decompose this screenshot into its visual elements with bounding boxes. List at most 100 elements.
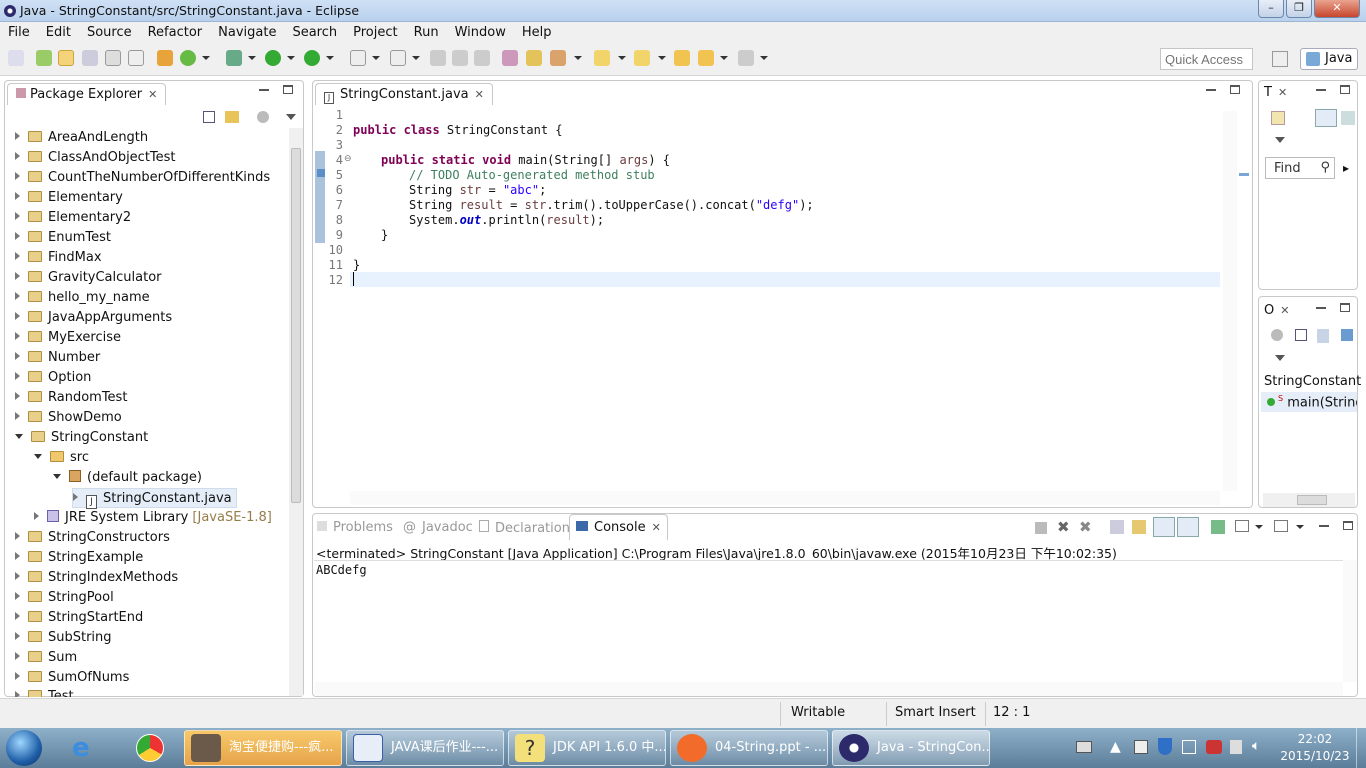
project-item[interactable]: CountTheNumberOfDifferentKinds xyxy=(15,168,270,188)
clock[interactable]: 22:02 2015/10/23 xyxy=(1276,731,1354,765)
project-item[interactable]: hello_my_name xyxy=(15,288,150,308)
taskbar-item-jdk-api[interactable]: ? JDK API 1.6.0 中... xyxy=(508,730,666,766)
link-with-editor-icon[interactable] xyxy=(225,111,239,123)
console-hscroll[interactable] xyxy=(315,682,1343,696)
project-item[interactable]: StringConstant xyxy=(15,428,148,448)
code-line-6[interactable]: String str = "abc"; xyxy=(409,183,546,197)
menu-search[interactable]: Search xyxy=(284,25,345,40)
expand-icon[interactable] xyxy=(15,691,20,697)
chevron-down-icon[interactable] xyxy=(720,56,728,60)
java-file-item[interactable]: J StringConstant.java xyxy=(72,488,237,509)
categorize-icon[interactable] xyxy=(1315,109,1337,127)
new-java-project-icon[interactable] xyxy=(36,50,52,66)
menu-source[interactable]: Source xyxy=(79,25,140,40)
project-item[interactable]: ClassAndObjectTest xyxy=(15,148,176,168)
package-explorer-tab[interactable]: Package Explorer ✕ xyxy=(7,83,167,107)
open-console-icon[interactable] xyxy=(1274,520,1288,532)
close-icon[interactable]: ✕ xyxy=(652,521,661,534)
scheduled-icon[interactable] xyxy=(1341,111,1355,125)
chevron-down-icon[interactable] xyxy=(658,56,666,60)
console-tab[interactable]: Console ✕ xyxy=(569,514,668,540)
maximize-icon[interactable] xyxy=(1340,85,1350,94)
next-annotation-icon[interactable] xyxy=(594,50,610,66)
show-on-output-icon[interactable] xyxy=(1153,517,1175,537)
outline-hscroll[interactable] xyxy=(1263,493,1355,507)
editor-tab[interactable]: J StringConstant.java ✕ xyxy=(315,83,493,107)
keyboard-icon[interactable] xyxy=(1076,741,1092,753)
expand-icon[interactable] xyxy=(73,493,78,501)
run-icon[interactable] xyxy=(265,50,281,66)
expand-icon[interactable] xyxy=(15,212,20,220)
chevron-right-icon[interactable]: ▸ xyxy=(1343,161,1349,175)
focus-icon[interactable] xyxy=(257,111,269,123)
expand-icon[interactable] xyxy=(15,412,20,420)
close-icon[interactable]: ✕ xyxy=(1278,86,1287,99)
close-icon[interactable]: ✕ xyxy=(1280,304,1289,317)
shield-icon[interactable] xyxy=(1158,738,1172,755)
debug-icon[interactable] xyxy=(226,50,242,66)
menu-help[interactable]: Help xyxy=(514,25,560,40)
code-line-4[interactable]: public static void main(String[] args) { xyxy=(381,153,670,167)
code-line-9[interactable]: } xyxy=(381,228,388,242)
code-line-2[interactable]: public class StringConstant { xyxy=(353,123,563,137)
new-class-icon[interactable] xyxy=(180,50,196,66)
expand-icon[interactable] xyxy=(15,372,20,380)
show-on-error-icon[interactable] xyxy=(1177,517,1199,537)
expand-icon[interactable] xyxy=(15,592,20,600)
console-vscroll[interactable] xyxy=(1343,560,1357,682)
expand-icon[interactable] xyxy=(15,572,20,580)
project-item[interactable]: ShowDemo xyxy=(15,408,122,428)
chevron-down-icon[interactable] xyxy=(618,56,626,60)
overview-marker[interactable] xyxy=(1239,173,1249,176)
pin-console-icon[interactable] xyxy=(1211,520,1225,534)
menu-project[interactable]: Project xyxy=(345,25,405,40)
project-item[interactable]: Sum xyxy=(15,648,77,668)
new-file-icon[interactable] xyxy=(350,50,366,66)
collapse-icon[interactable] xyxy=(34,454,42,459)
action-center-icon[interactable] xyxy=(1182,740,1196,754)
declaration-tab[interactable]: Declaration xyxy=(479,520,570,536)
minimize-icon[interactable] xyxy=(1316,307,1326,309)
sort-icon[interactable] xyxy=(1317,329,1329,343)
open-type-icon[interactable] xyxy=(390,50,406,66)
taskbar-item-ppt[interactable]: 04-String.ppt - ... xyxy=(670,730,828,766)
package-item[interactable]: (default package) xyxy=(53,468,202,488)
outline-class-item[interactable]: StringConstant xyxy=(1264,374,1361,389)
code-line-7[interactable]: String result = str.trim().toUpperCase()… xyxy=(409,198,814,212)
app-tray-icon[interactable] xyxy=(1206,740,1222,754)
maximize-icon[interactable] xyxy=(1340,303,1350,312)
menu-refactor[interactable]: Refactor xyxy=(140,25,211,40)
scroll-lock-icon[interactable] xyxy=(1132,520,1146,534)
package-explorer-scrollbar[interactable] xyxy=(289,128,303,696)
outline-tab[interactable]: O ✕ xyxy=(1264,303,1289,318)
show-whitespace-icon[interactable] xyxy=(105,50,121,66)
source-folder-item[interactable]: src xyxy=(34,448,89,468)
chevron-down-icon[interactable] xyxy=(574,56,582,60)
project-item[interactable]: SumOfNums xyxy=(15,668,129,688)
chevron-down-icon[interactable] xyxy=(287,56,295,60)
new-package-icon[interactable] xyxy=(157,50,173,66)
taskbar-item-word[interactable]: JAVA课后作业---... xyxy=(346,730,504,766)
search-icon[interactable]: ⚲ xyxy=(1320,160,1330,175)
quick-access-input[interactable] xyxy=(1160,48,1253,70)
show-hidden-icons-icon[interactable]: ▲ xyxy=(1110,739,1121,755)
project-item[interactable]: RandomTest xyxy=(15,388,127,408)
expand-icon[interactable] xyxy=(15,392,20,400)
minimize-icon[interactable] xyxy=(259,89,269,91)
minimize-icon[interactable] xyxy=(1316,89,1326,91)
close-icon[interactable]: ✕ xyxy=(148,88,157,101)
code-line-5[interactable]: // TODO Auto-generated method stub xyxy=(409,168,655,182)
chevron-down-icon[interactable] xyxy=(412,56,420,60)
expand-icon[interactable] xyxy=(15,172,20,180)
maximize-icon[interactable] xyxy=(283,85,293,94)
expand-icon[interactable] xyxy=(15,672,20,680)
highlight-icon[interactable] xyxy=(58,50,74,66)
project-item[interactable]: StringIndexMethods xyxy=(15,568,178,588)
minimize-icon[interactable] xyxy=(1319,525,1329,527)
chevron-down-icon[interactable] xyxy=(1296,525,1304,529)
expand-icon[interactable] xyxy=(15,292,20,300)
expand-icon[interactable] xyxy=(15,312,20,320)
taskbar-item-taobao[interactable]: 淘宝便捷购---疯... xyxy=(184,730,342,766)
remove-launch-icon[interactable]: ✖ xyxy=(1057,518,1070,536)
expand-icon[interactable] xyxy=(15,132,20,140)
